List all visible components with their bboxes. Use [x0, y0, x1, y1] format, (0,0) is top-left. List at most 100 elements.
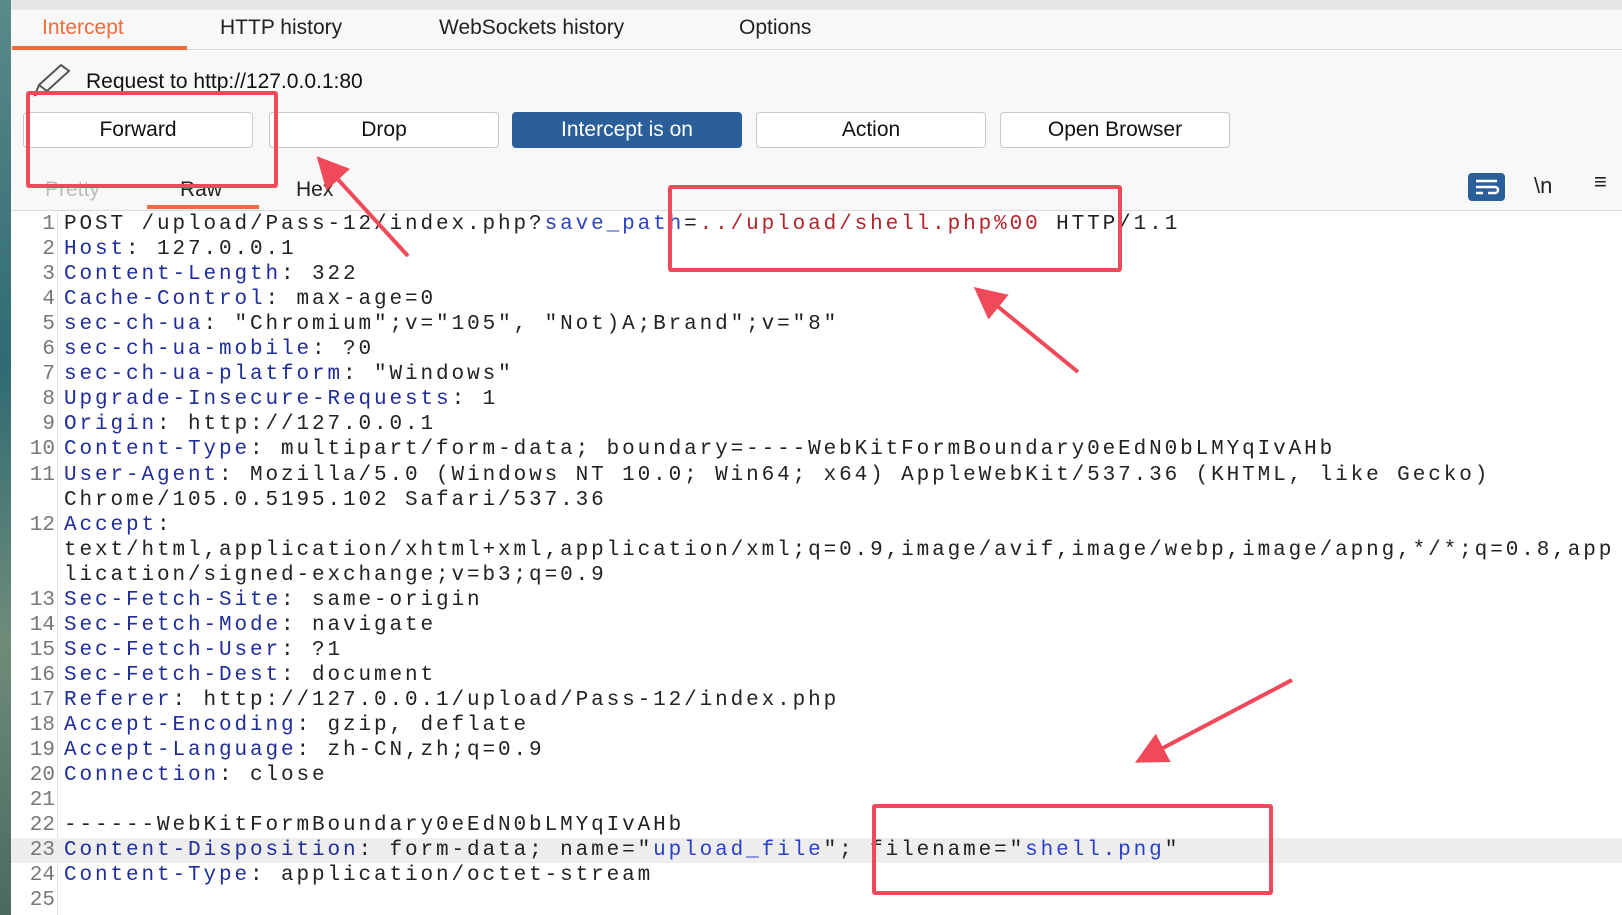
line-number: 25 [29, 889, 55, 913]
action-button[interactable]: Action [756, 112, 986, 148]
annotation-box-save-path [668, 185, 1122, 272]
text: : document [281, 663, 437, 687]
line-text: Sec-Fetch-User: ?1 [64, 638, 343, 663]
code-line[interactable]: text/html,application/xhtml+xml,applicat… [11, 538, 1622, 563]
line-number: 6 [42, 338, 55, 362]
line-text: Content-Type: multipart/form-data; bound… [64, 437, 1335, 462]
open-browser-button[interactable]: Open Browser [1000, 112, 1230, 148]
tab-options[interactable]: Options [739, 16, 811, 40]
line-text: Content-Length: 322 [64, 262, 359, 287]
code-line[interactable]: 21 [11, 788, 1622, 813]
line-number: 12 [29, 513, 55, 537]
header-name: Sec-Fetch-User [64, 638, 282, 662]
annotation-box-forward [26, 91, 278, 188]
code-line[interactable]: 18 Accept-Encoding: gzip, deflate [11, 713, 1622, 738]
text: lication/signed-exchange;v=b3;q=0.9 [64, 563, 607, 587]
header-name: Cache-Control [64, 288, 266, 312]
code-line[interactable]: 22 ------WebKitFormBoundary0eEdN0bLMYqIvA… [11, 813, 1622, 838]
code-line[interactable]: 9 Origin: http://127.0.0.1 [11, 412, 1622, 437]
header-name: User-Agent [64, 463, 220, 487]
proxy-tabs: Intercept HTTP history WebSockets histor… [11, 10, 1622, 50]
line-text: Sec-Fetch-Mode: navigate [64, 613, 436, 638]
line-text: lication/signed-exchange;v=b3;q=0.9 [64, 563, 607, 588]
line-text: User-Agent: Mozilla/5.0 (Windows NT 10.0… [64, 463, 1490, 488]
code-line[interactable]: 12 Accept: [11, 513, 1622, 538]
line-text: Accept-Language: zh-CN,zh;q=0.9 [64, 738, 545, 763]
code-line[interactable]: 17 Referer: http://127.0.0.1/upload/Pass-… [11, 688, 1622, 713]
tab-hex[interactable]: Hex [296, 178, 333, 202]
line-number: 11 [29, 463, 55, 487]
top-strip [11, 0, 1622, 10]
desktop-background [0, 0, 11, 915]
line-number: 8 [42, 388, 55, 412]
line-text: Sec-Fetch-Dest: document [64, 663, 436, 688]
line-text: Cache-Control: max-age=0 [64, 287, 436, 312]
tab-websockets-history[interactable]: WebSockets history [439, 16, 624, 40]
line-text: ------WebKitFormBoundary0eEdN0bLMYqIvAHb [64, 813, 684, 838]
line-number: 15 [29, 638, 55, 662]
header-name: Content-Disposition [64, 839, 359, 863]
text: : zh-CN,zh;q=0.9 [296, 739, 545, 763]
line-text: Accept: [64, 513, 173, 538]
header-name: Referer [64, 688, 173, 712]
highlighted-value: upload_file [653, 839, 824, 863]
request-editor[interactable]: 1 POST /upload/Pass-12/index.php?save_pat… [11, 212, 1622, 915]
active-tab-indicator [12, 46, 187, 50]
text: : http://127.0.0.1 [157, 413, 437, 437]
code-line[interactable]: 8 Upgrade-Insecure-Requests: 1 [11, 387, 1622, 412]
code-line[interactable]: 6 sec-ch-ua-mobile: ?0 [11, 337, 1622, 362]
code-line[interactable]: lication/signed-exchange;v=b3;q=0.9 [11, 563, 1622, 588]
line-text: Chrome/105.0.5195.102 Safari/537.36 [64, 488, 607, 513]
code-line[interactable]: 5 sec-ch-ua: "Chromium";v="105", "Not)A;B… [11, 312, 1622, 337]
word-wrap-icon[interactable] [1468, 173, 1505, 201]
code-line[interactable]: Chrome/105.0.5195.102 Safari/537.36 [11, 488, 1622, 513]
tab-http-history[interactable]: HTTP history [220, 16, 342, 40]
code-line[interactable]: 14 Sec-Fetch-Mode: navigate [11, 613, 1622, 638]
text: : http://127.0.0.1/upload/Pass-12/index.… [172, 688, 840, 712]
code-line[interactable]: 7 sec-ch-ua-platform: "Windows" [11, 362, 1622, 387]
code-line[interactable]: 24 Content-Type: application/octet-stream [11, 863, 1622, 888]
line-text: Connection: close [64, 763, 328, 788]
text: : form-data; name=" [358, 839, 654, 863]
line-number: 20 [29, 764, 55, 788]
code-line[interactable]: 13 Sec-Fetch-Site: same-origin [11, 588, 1622, 613]
header-name: Upgrade-Insecure-Requests [64, 388, 452, 412]
line-text: Content-Type: application/octet-stream [64, 863, 653, 888]
newline-toggle-icon[interactable]: \n [1534, 173, 1552, 199]
text: : gzip, deflate [296, 714, 530, 737]
header-name: sec-ch-ua-platform [64, 363, 344, 387]
line-number: 2 [42, 238, 55, 262]
line-number: 24 [29, 864, 55, 888]
header-name: Content-Length [64, 263, 282, 287]
menu-icon[interactable]: ≡ [1594, 169, 1607, 195]
text: ------WebKitFormBoundary0eEdN0bLMYqIvAHb [64, 814, 685, 838]
code-line[interactable]: 4 Cache-Control: max-age=0 [11, 287, 1622, 312]
line-number: 18 [29, 714, 55, 737]
text: : ?1 [281, 638, 344, 662]
intercept-toggle-button[interactable]: Intercept is on [512, 112, 742, 148]
header-name: Host [64, 238, 127, 262]
drop-button[interactable]: Drop [269, 112, 499, 148]
code-line[interactable]: 10 Content-Type: multipart/form-data; bou… [11, 437, 1622, 462]
code-line[interactable]: 19 Accept-Language: zh-CN,zh;q=0.9 [11, 738, 1622, 763]
text: : "Windows" [343, 363, 514, 387]
header-name: Origin [64, 413, 158, 437]
code-line[interactable]: 16 Sec-Fetch-Dest: document [11, 663, 1622, 688]
code-line[interactable]: 15 Sec-Fetch-User: ?1 [11, 638, 1622, 663]
line-text: Accept-Encoding: gzip, deflate [64, 713, 529, 738]
code-line[interactable]: 25 [11, 888, 1622, 913]
line-number: 10 [29, 438, 55, 462]
text: : 127.0.0.1 [126, 238, 297, 262]
code-line[interactable]: 11 User-Agent: Mozilla/5.0 (Windows NT 10… [11, 463, 1622, 488]
header-name: Accept-Encoding [64, 714, 297, 737]
line-number: 13 [29, 588, 55, 612]
line-text: Sec-Fetch-Site: same-origin [64, 588, 483, 613]
header-name: sec-ch-ua [64, 313, 204, 337]
code-line[interactable]: 23 Content-Disposition: form-data; name="… [11, 838, 1622, 864]
active-view-indicator [147, 205, 259, 209]
header-name: sec-ch-ua-mobile [64, 338, 313, 362]
text: : [157, 513, 173, 537]
code-line[interactable]: 20 Connection: close [11, 763, 1622, 788]
tab-intercept[interactable]: Intercept [42, 16, 124, 40]
line-number: 21 [29, 789, 55, 813]
